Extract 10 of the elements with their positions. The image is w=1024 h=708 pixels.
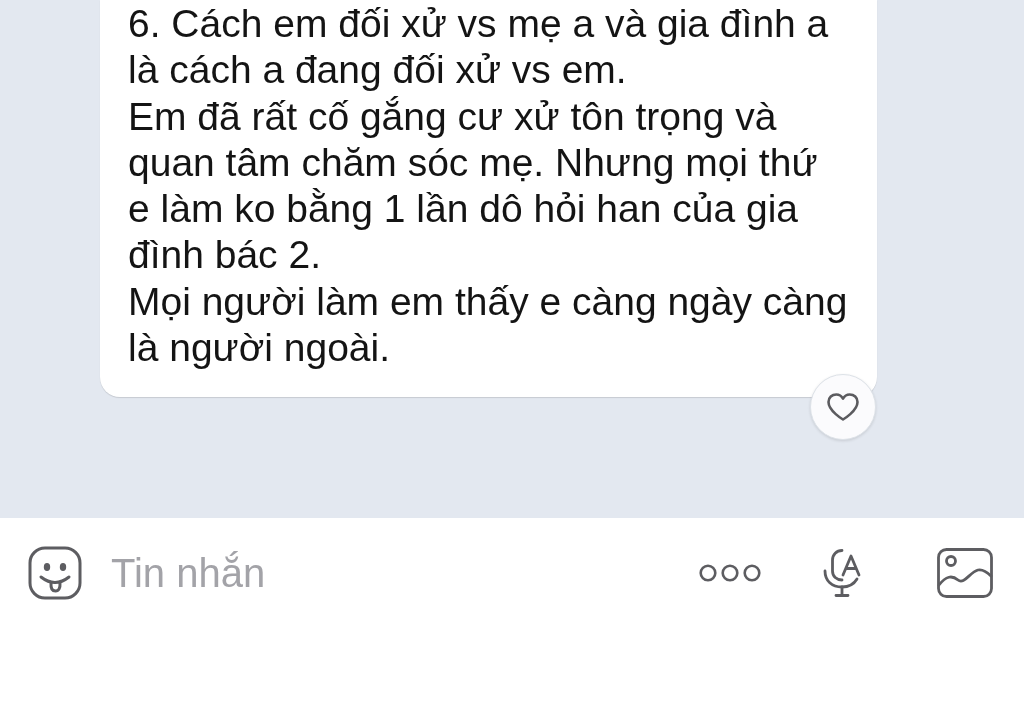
smiley-face-icon[interactable] [28,546,82,600]
heart-icon [826,392,860,423]
message-text: Em đã rất cố gắng cư xử tôn trọng và quan tâm chăm sóc mẹ. Nhưng mọi thứ e làm ko bằng 1 lần dô hỏi han của gia đình bác 2. [128,93,819,279]
more-icon[interactable] [699,564,761,582]
message-input[interactable]: Tin nhắn [111,548,679,598]
microphone-icon[interactable] [821,548,863,598]
reaction-button[interactable] [810,374,876,441]
message-text: 6. Cách em đối xử vs mẹ a và gia đình a là cách a đang đối xử vs em. [128,1,830,94]
image-icon[interactable] [937,548,993,598]
message-text: Mọi người làm em thấy e càng ngày càng là người ngoài. [128,278,849,372]
